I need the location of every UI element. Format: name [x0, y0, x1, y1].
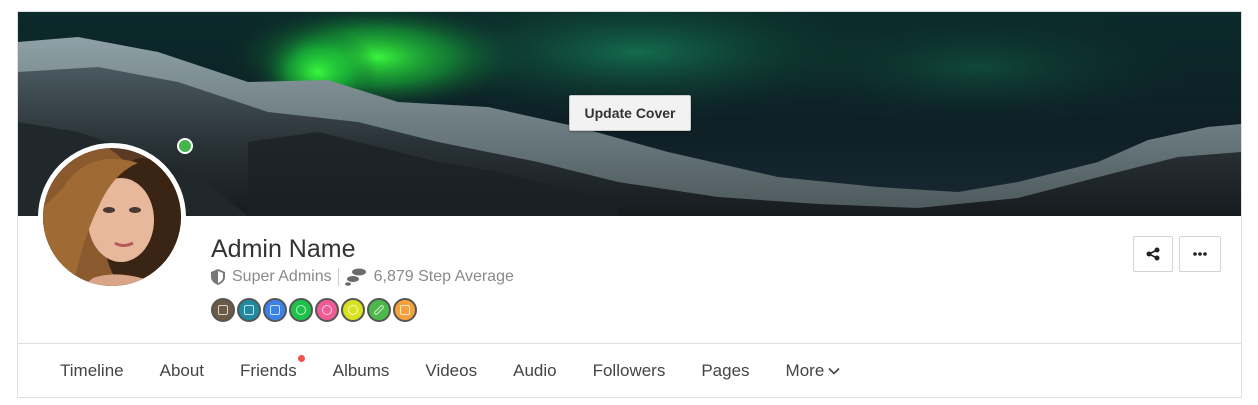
badge-chat-icon[interactable]	[289, 298, 313, 322]
tab-albums[interactable]: Albums	[315, 361, 408, 381]
tab-pages[interactable]: Pages	[683, 361, 767, 381]
share-icon	[1146, 247, 1160, 261]
tab-videos[interactable]: Videos	[407, 361, 495, 381]
tab-followers-label: Followers	[592, 360, 666, 380]
tab-about[interactable]: About	[142, 361, 222, 381]
badge-trophy-icon[interactable]	[393, 298, 417, 322]
tab-followers[interactable]: Followers	[575, 361, 684, 381]
tab-more-label: More	[785, 360, 825, 380]
profile-card: Update Cover Admin Name Super Admins 6,8…	[17, 11, 1242, 398]
shield-icon	[211, 269, 225, 285]
tab-timeline-label: Timeline	[60, 360, 124, 380]
more-options-button[interactable]	[1179, 236, 1221, 272]
tab-about-label: About	[159, 360, 205, 380]
avatar[interactable]	[38, 143, 186, 291]
footsteps-icon	[344, 268, 366, 286]
chevron-down-icon	[828, 367, 840, 375]
badge-list	[211, 298, 417, 322]
role-label: Super Admins	[232, 268, 332, 285]
share-button[interactable]	[1133, 236, 1173, 272]
badge-pencil-icon[interactable]	[367, 298, 391, 322]
tab-pages-label: Pages	[701, 360, 750, 380]
profile-name: Admin Name	[211, 235, 356, 263]
notification-dot	[297, 354, 305, 362]
badge-gear-icon[interactable]	[341, 298, 365, 322]
step-average: 6,879 Step Average	[373, 268, 514, 285]
badge-network-icon[interactable]	[237, 298, 261, 322]
tab-more[interactable]: More	[768, 361, 859, 381]
tab-audio[interactable]: Audio	[495, 361, 574, 381]
cover-photo: Update Cover	[18, 12, 1241, 216]
tab-friends[interactable]: Friends	[222, 354, 315, 381]
profile-nav: Timeline About Friends Albums Videos Aud…	[18, 343, 1241, 397]
avatar-photo	[43, 148, 181, 286]
badge-eye-icon[interactable]	[315, 298, 339, 322]
update-cover-button[interactable]: Update Cover	[569, 95, 691, 131]
ellipsis-icon	[1193, 252, 1207, 256]
tab-albums-label: Albums	[332, 360, 390, 380]
tab-friends-label: Friends	[240, 360, 297, 380]
badge-document-icon[interactable]	[263, 298, 287, 322]
tab-audio-label: Audio	[513, 360, 557, 380]
online-status-indicator	[177, 138, 193, 154]
tab-timeline[interactable]: Timeline	[42, 361, 142, 381]
badge-calendar-icon[interactable]	[211, 298, 235, 322]
meta-divider	[337, 268, 339, 286]
tab-videos-label: Videos	[425, 360, 478, 380]
profile-meta: Super Admins 6,879 Step Average	[211, 267, 514, 287]
